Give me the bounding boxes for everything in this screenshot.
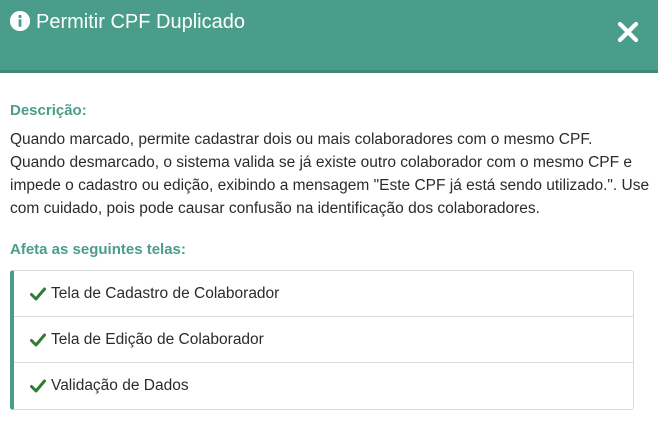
- close-icon: [617, 21, 639, 43]
- check-icon: [30, 287, 46, 301]
- modal-body: Descrição: Quando marcado, permite cadas…: [10, 96, 650, 410]
- check-icon: [30, 379, 46, 393]
- affected-screens-list: Tela de Cadastro de Colaborador Tela de …: [10, 270, 634, 410]
- check-icon: [30, 333, 46, 347]
- list-item-label: Tela de Cadastro de Colaborador: [51, 284, 280, 302]
- list-item: Tela de Cadastro de Colaborador: [14, 271, 633, 317]
- modal-header: Permitir CPF Duplicado: [0, 0, 658, 70]
- description-label: Descrição:: [10, 102, 87, 119]
- description-text: Quando marcado, permite cadastrar dois o…: [10, 131, 650, 217]
- affected-screens-label: Afeta as seguintes telas:: [10, 241, 186, 258]
- list-item-label: Tela de Edição de Colaborador: [51, 330, 264, 348]
- modal-title: Permitir CPF Duplicado: [36, 11, 245, 33]
- close-button[interactable]: [614, 18, 642, 46]
- list-item: Validação de Dados: [14, 363, 633, 409]
- info-circle-icon: [10, 11, 30, 31]
- list-item: Tela de Edição de Colaborador: [14, 317, 633, 363]
- cpf-duplicate-modal: Permitir CPF Duplicado Descrição: Quando…: [0, 0, 658, 441]
- list-item-label: Validação de Dados: [51, 377, 189, 394]
